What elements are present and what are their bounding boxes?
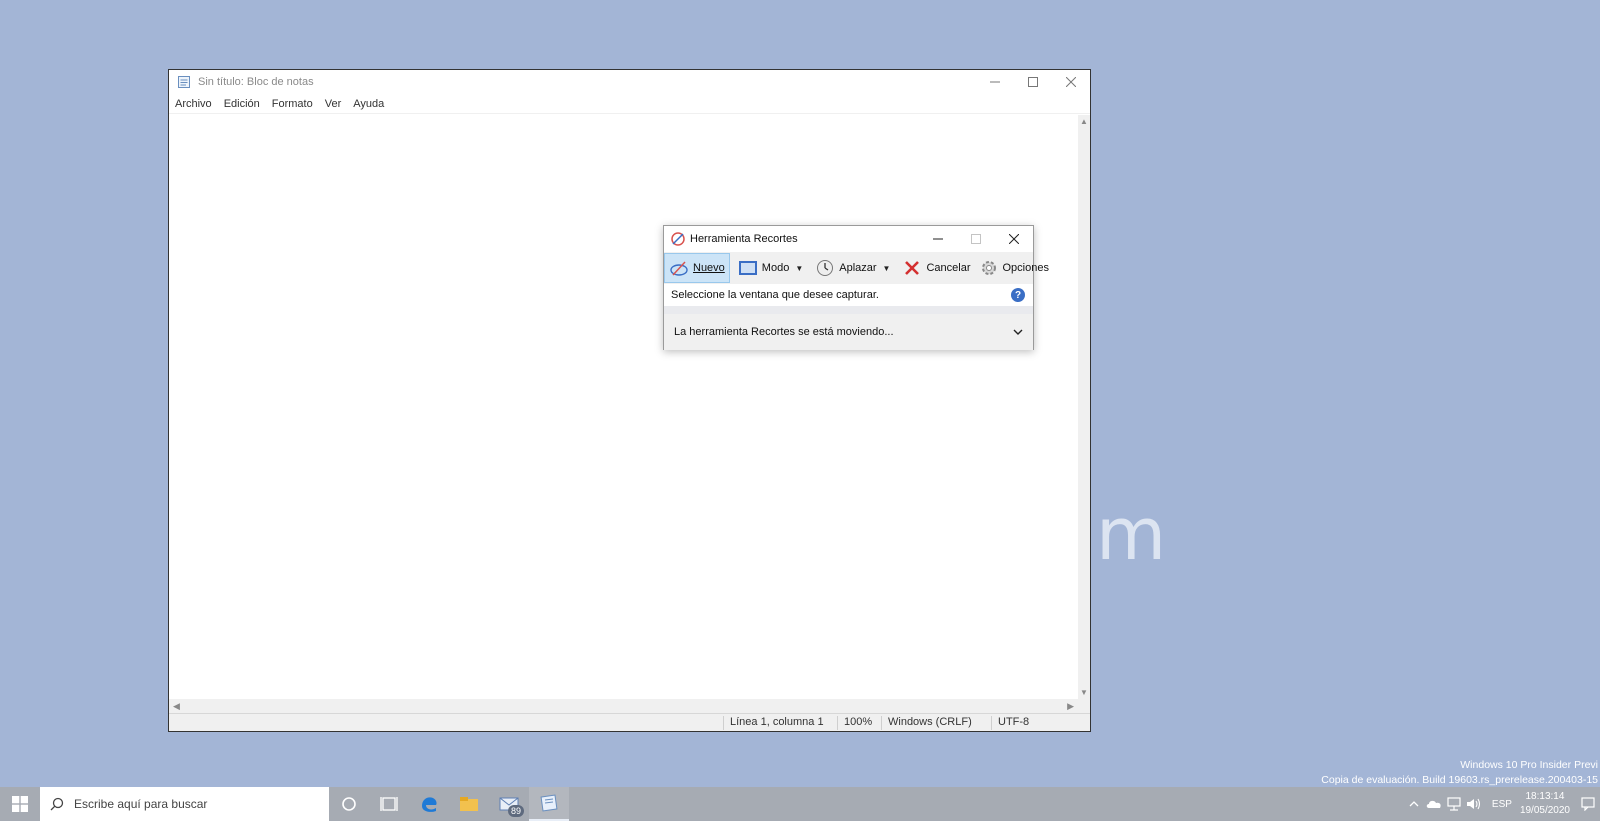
menu-ver[interactable]: Ver [325, 98, 342, 110]
hint-text: Seleccione la ventana que desee capturar… [671, 289, 879, 301]
desktop-watermark: m [1096, 492, 1168, 576]
cancel-button[interactable]: Cancelar [898, 253, 974, 283]
menu-bar: Archivo Edición Formato Ver Ayuda [169, 94, 1090, 114]
edge-icon[interactable] [409, 787, 449, 821]
watermark-line-1: Windows 10 Pro Insider Previ [1460, 759, 1598, 771]
text-editor-area[interactable] [169, 115, 1078, 699]
menu-ayuda[interactable]: Ayuda [353, 98, 384, 110]
file-explorer-icon[interactable] [449, 787, 489, 821]
new-snip-icon [669, 258, 689, 278]
snipping-titlebar[interactable]: Herramienta Recortes [664, 226, 1033, 252]
window-title: Sin título: Bloc de notas [198, 76, 314, 88]
volume-icon[interactable] [1464, 787, 1484, 821]
snipping-title: Herramienta Recortes [690, 233, 798, 245]
cancel-x-icon [902, 258, 922, 278]
clock-date: 19/05/2020 [1519, 805, 1570, 816]
clock-time: 18:13:14 [1525, 791, 1565, 802]
snipping-tool-icon [670, 231, 686, 247]
snipping-tool-window[interactable]: Herramienta Recortes Nuevo Modo ▼ Aplaza… [663, 225, 1049, 350]
options-button[interactable]: Opciones [975, 253, 1053, 283]
watermark-line-2: Copia de evaluación. Build 19603.rs_prer… [1321, 774, 1598, 786]
mode-label: Modo [761, 262, 790, 274]
onedrive-icon[interactable] [1424, 787, 1444, 821]
scroll-down-icon[interactable]: ▼ [1080, 688, 1088, 697]
network-icon[interactable] [1444, 787, 1464, 821]
scrollbar-corner [1078, 699, 1090, 713]
close-button[interactable] [1052, 70, 1090, 94]
clock-icon [815, 258, 835, 278]
notepad-taskbar-icon[interactable] [529, 787, 569, 821]
snip-minimize-button[interactable] [919, 226, 957, 252]
chevron-up-icon[interactable] [1404, 787, 1424, 821]
scroll-left-icon[interactable]: ◀ [173, 701, 180, 712]
delay-label: Aplazar [839, 262, 877, 274]
line-endings: Windows (CRLF) [881, 716, 985, 730]
search-box[interactable]: Escribe aquí para buscar [40, 787, 329, 821]
menu-edicion[interactable]: Edición [224, 98, 260, 110]
notepad-icon [177, 74, 193, 90]
taskbar: Escribe aquí para buscar 89 ESP 18:13:14 [0, 787, 1600, 821]
zoom-level: 100% [837, 716, 881, 730]
search-icon [50, 797, 64, 811]
delay-button[interactable]: Aplazar ▼ [811, 253, 898, 283]
encoding: UTF-8 [991, 716, 1051, 730]
maximize-button[interactable] [1014, 70, 1052, 94]
language-indicator[interactable]: ESP [1492, 799, 1512, 810]
cortana-icon[interactable] [329, 787, 369, 821]
snip-maximize-button [957, 226, 995, 252]
delay-dropdown-icon[interactable]: ▼ [883, 264, 891, 273]
clock[interactable]: 18:13:14 19/05/2020 [1520, 790, 1570, 818]
snipping-message[interactable]: La herramienta Recortes se está moviendo… [664, 314, 1033, 350]
menu-formato[interactable]: Formato [272, 98, 313, 110]
scroll-up-icon[interactable]: ▲ [1080, 117, 1088, 126]
new-snip-label: Nuevo [693, 262, 725, 274]
vertical-scrollbar[interactable]: ▲ ▼ [1078, 115, 1090, 699]
system-tray: ESP 18:13:14 19/05/2020 [1404, 787, 1600, 821]
cancel-label: Cancelar [926, 262, 971, 274]
cursor-position: Línea 1, columna 1 [723, 716, 831, 730]
notepad-window[interactable]: Sin título: Bloc de notas Archivo Edició… [168, 69, 1091, 732]
evaluation-watermark: Windows 10 Pro Insider Previ Copia de ev… [1321, 758, 1600, 788]
snipping-separator [664, 306, 1033, 314]
windows-start-icon[interactable] [0, 787, 40, 821]
minimize-button[interactable] [976, 70, 1014, 94]
help-icon[interactable]: ? [1011, 288, 1025, 302]
notifications-icon[interactable] [1576, 787, 1600, 821]
options-label: Opciones [1002, 262, 1049, 274]
snipping-hint: Seleccione la ventana que desee capturar… [664, 284, 1033, 306]
menu-archivo[interactable]: Archivo [175, 98, 212, 110]
chevron-down-icon[interactable] [1013, 325, 1023, 339]
new-snip-button[interactable]: Nuevo [664, 253, 730, 283]
message-text: La herramienta Recortes se está moviendo… [674, 326, 894, 338]
snipping-toolbar: Nuevo Modo ▼ Aplazar ▼ Cancelar Opciones [664, 252, 1049, 284]
scroll-right-icon[interactable]: ▶ [1067, 701, 1074, 712]
snip-close-button[interactable] [995, 226, 1033, 252]
task-view-icon[interactable] [369, 787, 409, 821]
mode-button[interactable]: Modo ▼ [734, 253, 811, 283]
mode-icon [738, 258, 758, 278]
mail-badge: 89 [507, 805, 524, 817]
notepad-titlebar[interactable]: Sin título: Bloc de notas [169, 70, 1090, 94]
mode-dropdown-icon[interactable]: ▼ [795, 264, 803, 273]
status-bar: Línea 1, columna 1 100% Windows (CRLF) U… [169, 713, 1090, 731]
gear-icon [979, 258, 999, 278]
search-placeholder: Escribe aquí para buscar [74, 797, 208, 811]
horizontal-scrollbar[interactable]: ◀ ▶ [169, 699, 1078, 713]
mail-icon[interactable]: 89 [489, 787, 529, 821]
